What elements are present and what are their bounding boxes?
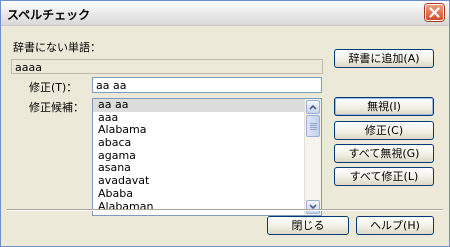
list-item[interactable]: asana xyxy=(93,162,305,175)
help-button[interactable]: ヘルプ(H) xyxy=(356,216,434,235)
correction-input[interactable]: aa aa xyxy=(92,77,322,93)
title-bar: スペルチェック xyxy=(1,1,449,26)
list-item[interactable]: aaa xyxy=(93,112,305,125)
spell-check-dialog: スペルチェック 辞書にない単語： aaaa 辞書に追加(A) 修正(T)： aa… xyxy=(0,0,450,247)
chevron-up-icon xyxy=(309,104,317,110)
separator xyxy=(7,209,443,211)
add-to-dictionary-button[interactable]: 辞書に追加(A) xyxy=(334,49,434,68)
scroll-thumb[interactable] xyxy=(306,115,320,137)
scroll-down-button[interactable] xyxy=(306,200,320,214)
ignore-all-button[interactable]: すべて無視(G) xyxy=(334,144,434,163)
correct-button[interactable]: 修正(C) xyxy=(334,121,434,140)
suggestions-list[interactable]: aa aa aaa Alabama abaca agama asana avad… xyxy=(92,98,322,216)
list-item[interactable]: avadavat xyxy=(93,175,305,188)
correction-label: 修正(T)： xyxy=(29,81,78,94)
not-in-dictionary-label: 辞書にない単語： xyxy=(13,41,101,54)
close-button[interactable]: 閉じる xyxy=(267,216,349,235)
ignore-button[interactable]: 無視(I) xyxy=(334,97,434,116)
dialog-title: スペルチェック xyxy=(7,8,91,22)
close-window-button[interactable] xyxy=(425,4,444,21)
list-item[interactable]: Alabaman xyxy=(93,201,305,214)
list-item[interactable]: agama xyxy=(93,150,305,163)
vertical-scrollbar[interactable] xyxy=(304,99,321,215)
close-icon xyxy=(429,7,440,18)
correct-all-button[interactable]: すべて修正(L) xyxy=(334,167,434,186)
suggestions-label: 修正候補： xyxy=(29,101,84,114)
scroll-up-button[interactable] xyxy=(306,100,320,114)
not-in-dictionary-word: aaaa xyxy=(11,59,323,74)
list-item[interactable]: Ababa xyxy=(93,188,305,201)
suggestions-items: aa aa aaa Alabama abaca agama asana avad… xyxy=(93,99,305,213)
list-item[interactable]: abaca xyxy=(93,137,305,150)
list-item[interactable]: Alabama xyxy=(93,124,305,137)
list-item[interactable]: aa aa xyxy=(93,99,305,112)
dialog-body: 辞書にない単語： aaaa 辞書に追加(A) 修正(T)： aa aa 修正候補… xyxy=(3,26,447,245)
